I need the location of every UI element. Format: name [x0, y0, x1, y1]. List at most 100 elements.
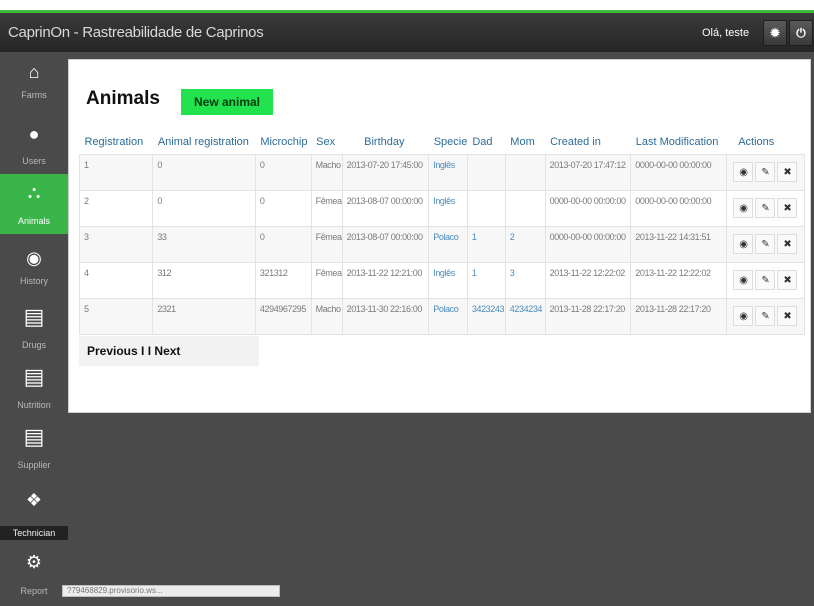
delete-button[interactable]: ✖ [777, 162, 798, 182]
column-header[interactable]: Animal registration [153, 130, 256, 154]
table-cell: 0000-00-00 00:00:00 [630, 189, 727, 227]
row-actions: ◉ ✎ ✖ [725, 225, 806, 263]
delete-button[interactable]: ✖ [777, 270, 798, 290]
edit-button[interactable]: ✎ [755, 306, 776, 326]
delete-icon: ✖ [783, 311, 792, 322]
delete-icon: ✖ [783, 275, 792, 286]
eye-icon: ◉ [739, 167, 748, 178]
sidebar-item-technician[interactable]: ❖ Technician [0, 486, 68, 546]
view-button[interactable]: ◉ [733, 234, 754, 254]
delete-icon: ✖ [783, 239, 792, 250]
table-cell: 2013-11-22 14:31:51 [630, 225, 727, 263]
delete-icon: ✖ [783, 167, 792, 178]
table-cell[interactable]: Inglês [428, 153, 468, 191]
column-header[interactable]: Birthday [342, 130, 429, 154]
column-header[interactable]: Dad [467, 130, 505, 154]
table-cell[interactable]: Inglês [428, 189, 468, 227]
sidebar-item-animals[interactable]: ⛬ Animals [0, 174, 68, 234]
column-header[interactable]: Sex [311, 130, 342, 154]
browser-status-url: ?79468829.provisorio.ws... [62, 585, 280, 597]
table-row: 1 0 0 Macho 2013-07-20 17:45:00 Inglês 2013-07… [78, 153, 806, 191]
table-cell: 2013-11-22 12:22:02 [630, 261, 727, 299]
column-header[interactable]: Mom [505, 130, 545, 154]
table-cell: 2013-11-30 22:16:00 [341, 297, 430, 335]
table-cell: 2013-08-07 00:00:00 [341, 189, 430, 227]
sidebar-item-report[interactable]: ⚙ Report [0, 546, 68, 606]
edit-icon: ✎ [761, 239, 770, 250]
table-cell: Fêmea [310, 261, 343, 299]
column-header[interactable]: Specie [429, 130, 468, 154]
edit-button[interactable]: ✎ [755, 270, 776, 290]
table-cell[interactable]: Inglês [428, 261, 468, 299]
sidebar-item-label: Nutrition [17, 400, 51, 410]
eye-icon: ◉ [739, 203, 748, 214]
column-header[interactable]: Registration [80, 130, 153, 154]
table-cell: 3 [78, 225, 154, 263]
home-icon: ⌂ [28, 62, 40, 82]
edit-button[interactable]: ✎ [755, 198, 776, 218]
column-header[interactable]: Microchip [255, 130, 311, 154]
table-header-row: Registration Animal registration Microch… [80, 130, 805, 154]
sidebar-item-label: Users [22, 156, 46, 166]
table-cell[interactable]: 1 [466, 225, 506, 263]
view-button[interactable]: ◉ [733, 198, 754, 218]
table-cell: 0000-00-00 00:00:00 [630, 153, 727, 191]
table-row: 5 2321 4294967295 Macho 2013-11-30 22:16:00 P… [78, 297, 806, 335]
sidebar-item-nutrition[interactable]: ▤ Nutrition [0, 360, 68, 420]
sidebar-item-label: Technician [0, 526, 68, 540]
sitemap-icon: ⛬ [27, 182, 41, 202]
column-header: Actions [738, 135, 775, 148]
table-cell[interactable]: 1 [466, 261, 506, 299]
table-row: 4 312 321312 Fêmea 2013-11-22 12:21:00 Inglês… [78, 261, 806, 299]
sidebar-item-drugs[interactable]: ▤ Drugs [0, 300, 68, 360]
table-cell: 0 [254, 189, 312, 227]
new-animal-button[interactable]: New animal [181, 89, 273, 115]
table-cell [504, 153, 546, 191]
sidebar-item-users[interactable]: ● Users [0, 112, 68, 172]
app-title[interactable]: CaprinOn - Rastreabilidade de Caprinos [8, 24, 264, 41]
settings-button[interactable]: ✹ [763, 20, 787, 46]
edit-button[interactable]: ✎ [755, 234, 776, 254]
delete-button[interactable]: ✖ [777, 306, 798, 326]
row-actions: ◉ ✎ ✖ [725, 297, 806, 335]
column-header[interactable]: Created in [545, 130, 631, 154]
column-header[interactable]: Last Modification [631, 130, 726, 154]
view-button[interactable]: ◉ [733, 270, 754, 290]
sidebar-item-supplier[interactable]: ▤ Supplier [0, 420, 68, 480]
sidebar-item-farms[interactable]: ⌂ Farms [0, 52, 68, 112]
eye-icon: ◉ [739, 239, 748, 250]
table-cell[interactable]: Polaco [428, 225, 468, 263]
row-actions: ◉ ✎ ✖ [725, 189, 806, 227]
table-cell[interactable]: 4234234 [504, 297, 546, 335]
edit-icon: ✎ [761, 311, 770, 322]
table-cell[interactable]: 3423243 [466, 297, 506, 335]
document-icon: ▤ [23, 304, 45, 329]
table-cell[interactable]: 3 [504, 261, 546, 299]
edit-button[interactable]: ✎ [755, 162, 776, 182]
table-cell[interactable]: 2 [504, 225, 546, 263]
view-button[interactable]: ◉ [733, 162, 754, 182]
next-page-link[interactable]: Next [154, 344, 180, 358]
table-cell: 4 [78, 261, 154, 299]
edit-icon: ✎ [761, 203, 770, 214]
table-cell: 0 [254, 225, 312, 263]
delete-button[interactable]: ✖ [777, 198, 798, 218]
table-cell: 2321 [152, 297, 256, 335]
sidebar: ⌂ Farms ● Users ⛬ Animals ◉ History ▤ Dr… [0, 52, 68, 597]
sidebar-item-history[interactable]: ◉ History [0, 242, 68, 302]
eye-icon: ◉ [739, 275, 748, 286]
table-cell: Macho [310, 153, 343, 191]
previous-page-link[interactable]: Previous [87, 344, 138, 358]
pager-separator: I I [141, 344, 152, 358]
table-cell: 2013-08-07 00:00:00 [341, 225, 430, 263]
table-cell: 2013-07-20 17:45:00 [341, 153, 430, 191]
row-actions: ◉ ✎ ✖ [725, 261, 806, 299]
sidebar-item-label: Animals [17, 216, 50, 226]
view-button[interactable]: ◉ [733, 306, 754, 326]
table-cell [466, 153, 506, 191]
delete-button[interactable]: ✖ [777, 234, 798, 254]
user-greeting[interactable]: Olá, teste [702, 27, 749, 39]
logout-button[interactable]: ⏻ [789, 20, 813, 46]
table-cell[interactable]: Polaco [428, 297, 468, 335]
eye-icon: ◉ [739, 311, 748, 322]
